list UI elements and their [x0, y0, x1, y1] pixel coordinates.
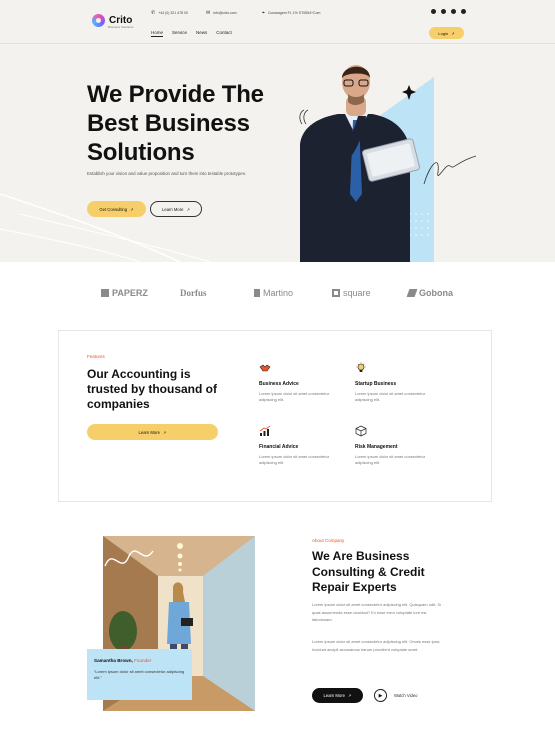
email-text: info@crito.com: [213, 11, 237, 15]
gobona-logo-icon: [406, 289, 418, 297]
feature-text: Lorem ipsum dolor sit amet consectetur a…: [259, 454, 330, 465]
page: Crito Business Solutions ✆ +44 (0) 321 4…: [0, 0, 555, 746]
brand-logo-dorfus: Dorfus: [180, 288, 207, 298]
arrow-up-right-icon: ↗: [451, 30, 455, 36]
brand-logo-gobona: Gobona: [406, 288, 453, 298]
testimonial-role: Founder: [134, 658, 152, 663]
nav-service[interactable]: Service: [172, 30, 187, 37]
feature-startup-business: Startup Business Lorem ipsum dolor sit a…: [355, 362, 435, 402]
logo-tagline: Business Solutions: [108, 25, 134, 29]
lightbulb-icon: [356, 362, 366, 372]
get-consulting-button[interactable]: Get Consulting ↗: [87, 201, 146, 217]
site-header: Crito Business Solutions ✆ +44 (0) 321 4…: [0, 0, 555, 44]
facebook-icon[interactable]: [431, 9, 436, 14]
location-icon: ⌖: [262, 10, 265, 16]
feature-title: Risk Management: [355, 444, 398, 450]
feature-risk-management: Risk Management Lorem ipsum dolor sit am…: [355, 425, 435, 465]
phone-icon: ✆: [151, 10, 156, 16]
brand-logo-square: square: [332, 288, 371, 298]
get-consulting-label: Get Consulting: [99, 206, 128, 212]
features-card: Features Our Accounting is trusted by th…: [58, 330, 492, 502]
feature-title: Startup Business: [355, 381, 397, 387]
arrow-up-right-icon: ↗: [130, 206, 134, 212]
features-eyebrow: Features: [87, 354, 105, 359]
hero-description: Establish your vision and value proposit…: [87, 171, 247, 176]
instagram-icon[interactable]: [451, 9, 456, 14]
nav-home[interactable]: Home: [151, 30, 164, 37]
testimonial-card: Samantha Brown, Founder “Lorem ipsum dol…: [87, 649, 192, 700]
growth-chart-icon: [259, 425, 271, 436]
feature-title: Financial Advice: [259, 444, 299, 450]
martino-logo-icon: [254, 289, 260, 297]
feature-business-advice: Business Advice Lorem ipsum dolor sit am…: [259, 362, 339, 402]
twitter-icon[interactable]: [441, 9, 446, 14]
nav-contact[interactable]: Contact: [216, 30, 232, 37]
address-text: Cowaragem Ft, 1% ST0554+Com: [267, 11, 321, 15]
linkedin-icon[interactable]: [461, 9, 466, 14]
about-paragraph-2: Lorem ipsum dolor sit amet consectetur a…: [312, 639, 441, 652]
features-learn-more-label: Learn More: [138, 429, 160, 435]
handshake-icon: [259, 364, 271, 372]
brand-logo-paperz: PAPERZ: [101, 288, 148, 298]
about-learn-more-label: Learn More: [323, 693, 345, 698]
cube-icon: [355, 425, 367, 437]
testimonial-author: Samantha Brown, Founder: [94, 658, 152, 663]
nav-news[interactable]: News: [196, 30, 207, 37]
about-learn-more-button[interactable]: Learn More ↗: [312, 688, 363, 703]
email-contact[interactable]: ✉ info@crito.com: [206, 10, 237, 16]
play-video-button[interactable]: ▶: [374, 689, 387, 702]
brand-logo-martino: Martino: [254, 288, 293, 298]
features-title: Our Accounting is trusted by thousand of…: [87, 367, 217, 411]
hero-learn-more-button[interactable]: Learn More ↗: [150, 201, 202, 217]
feature-title: Business Advice: [259, 381, 299, 387]
logo-icon: [92, 14, 105, 27]
hero-learn-more-label: Learn More: [162, 206, 184, 212]
phone-text: +44 (0) 321 478 00: [158, 11, 188, 15]
social-links: [431, 9, 466, 14]
arrow-up-right-icon: ↗: [186, 206, 190, 212]
play-icon: ▶: [378, 692, 383, 699]
address-contact: ⌖ Cowaragem Ft, 1% ST0554+Com: [262, 10, 320, 16]
hero-section: We Provide The Best Business Solutions E…: [0, 44, 555, 262]
feature-text: Lorem ipsum dolor sit amet consectetur a…: [355, 391, 426, 402]
main-nav: Home Service News Contact: [151, 30, 232, 37]
about-eyebrow: About Company: [312, 538, 345, 543]
testimonial-text: “Lorem ipsum dolor sit amet consectetur …: [94, 669, 185, 680]
arrow-up-right-icon: ↗: [347, 693, 352, 698]
mail-icon: ✉: [206, 10, 211, 16]
about-title: We Are Business Consulting & Credit Repa…: [312, 549, 425, 594]
brand-logos: PAPERZ Dorfus Martino square Gobona: [0, 262, 555, 330]
watch-video-label[interactable]: Watch Video: [394, 693, 418, 698]
about-paragraph-1: Lorem ipsum dolor sit amet consectetur a…: [312, 602, 441, 623]
features-learn-more-button[interactable]: Learn More ↗: [87, 424, 218, 440]
hero-title: We Provide The Best Business Solutions: [87, 81, 264, 166]
features-section: Features Our Accounting is trusted by th…: [0, 330, 555, 530]
phone-contact[interactable]: ✆ +44 (0) 321 478 00: [151, 10, 188, 16]
arrow-up-right-icon: ↗: [162, 429, 167, 435]
feature-text: Lorem ipsum dolor sit amet consectetur a…: [259, 391, 330, 402]
login-button[interactable]: Login ↗: [429, 27, 464, 39]
businessman-illustration: [300, 65, 420, 262]
login-label: Login: [438, 30, 449, 36]
feature-financial-advice: Financial Advice Lorem ipsum dolor sit a…: [259, 425, 339, 465]
feature-text: Lorem ipsum dolor sit amet consectetur a…: [355, 454, 426, 465]
about-section: Samantha Brown, Founder “Lorem ipsum dol…: [0, 530, 555, 746]
paperz-logo-icon: [101, 289, 109, 297]
square-logo-icon: [332, 289, 340, 297]
